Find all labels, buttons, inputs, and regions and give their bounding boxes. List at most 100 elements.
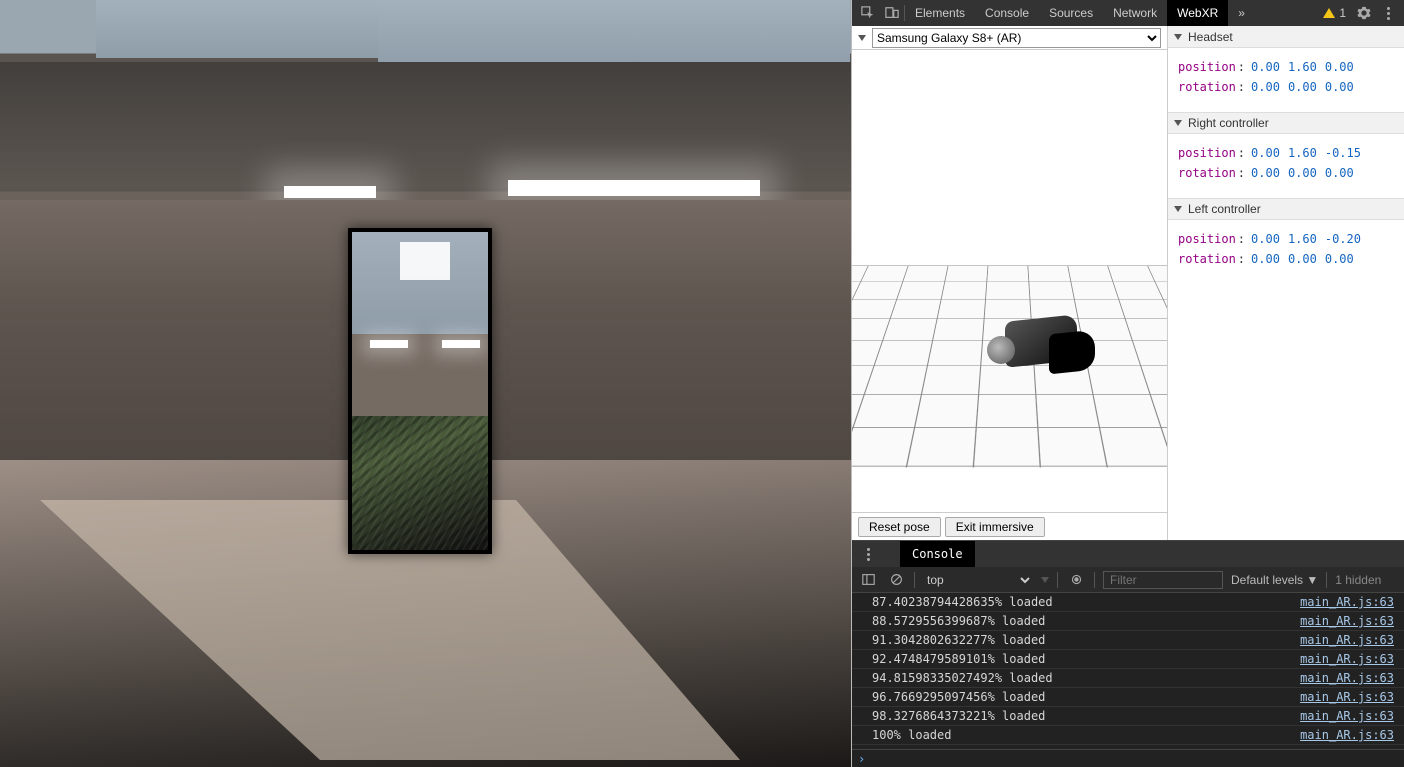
chevron-down-icon <box>1174 120 1182 126</box>
live-expression-icon[interactable] <box>1066 570 1086 590</box>
exit-immersive-button[interactable]: Exit immersive <box>945 517 1045 537</box>
log-message: 96.7669295097456% loaded <box>872 690 1045 704</box>
tab-sources[interactable]: Sources <box>1039 0 1103 26</box>
section-left-controller[interactable]: Left controller <box>1168 198 1404 220</box>
portal-light <box>442 340 480 348</box>
device-select[interactable]: Samsung Galaxy S8+ (AR) <box>872 28 1161 48</box>
chevron-down-icon <box>1041 577 1049 583</box>
device-toggle-icon[interactable] <box>880 1 904 25</box>
console-prompt[interactable] <box>852 749 1404 767</box>
position-row: position: 0.00 1.60 -0.15 <box>1178 146 1394 160</box>
chevron-down-icon <box>1174 206 1182 212</box>
rot-y[interactable]: 0.00 <box>1288 252 1317 266</box>
divider <box>914 572 915 588</box>
ar-portal <box>348 228 492 554</box>
hidden-count[interactable]: 1 hidden <box>1335 573 1381 587</box>
rot-x[interactable]: 0.00 <box>1251 80 1280 94</box>
portal-light <box>370 340 408 348</box>
tab-elements[interactable]: Elements <box>905 0 975 26</box>
tab-network[interactable]: Network <box>1103 0 1167 26</box>
console-tab[interactable]: Console <box>900 541 975 567</box>
log-row: 96.7669295097456% loaded main_AR.js:63 <box>852 688 1404 707</box>
log-row: 91.3042802632277% loadedmain_AR.js:63 <box>852 631 1404 650</box>
context-select[interactable]: top <box>923 572 1033 588</box>
console-tabbar: Console <box>852 541 1404 567</box>
log-levels-dropdown[interactable]: Default levels ▼ <box>1231 573 1318 587</box>
more-icon[interactable] <box>1376 1 1400 25</box>
warnings-badge[interactable]: 1 <box>1317 6 1352 20</box>
log-source-link[interactable]: main_AR.js:63 <box>1300 709 1394 723</box>
section-right-controller[interactable]: Right controller <box>1168 112 1404 134</box>
filter-input[interactable] <box>1103 571 1223 589</box>
rot-y[interactable]: 0.00 <box>1288 80 1317 94</box>
collapse-icon[interactable] <box>858 35 866 41</box>
log-row: 94.81598335027492% loadedmain_AR.js:63 <box>852 669 1404 688</box>
settings-icon[interactable] <box>1352 1 1376 25</box>
log-source-link[interactable]: main_AR.js:63 <box>1300 671 1394 685</box>
log-row: 98.3276864373221% loadedmain_AR.js:63 <box>852 707 1404 726</box>
console-toolbar: top Default levels ▼ 1 hidden <box>852 567 1404 593</box>
position-row: position: 0.00 1.60 -0.20 <box>1178 232 1394 246</box>
pos-z[interactable]: -0.15 <box>1325 146 1361 160</box>
log-message: 87.40238794428635% loaded <box>872 595 1053 609</box>
rotation-row: rotation: 0.00 0.00 0.00 <box>1178 252 1394 266</box>
devtools-tabbar: Elements Console Sources Network WebXR »… <box>852 0 1404 26</box>
rot-z[interactable]: 0.00 <box>1325 252 1354 266</box>
clear-console-icon[interactable] <box>886 570 906 590</box>
console-log[interactable]: 87.40238794428635% loadedmain_AR.js:6388… <box>852 593 1404 749</box>
ceiling-light <box>284 186 376 198</box>
divider <box>1326 572 1327 588</box>
section-title: Right controller <box>1188 116 1269 130</box>
pos-y[interactable]: 1.60 <box>1288 60 1317 74</box>
pos-y[interactable]: 1.60 <box>1288 146 1317 160</box>
tab-console[interactable]: Console <box>975 0 1039 26</box>
pos-y[interactable]: 1.60 <box>1288 232 1317 246</box>
pos-x[interactable]: 0.00 <box>1251 232 1280 246</box>
webxr-3d-viewport[interactable] <box>852 50 1167 512</box>
ceiling-light <box>508 180 760 196</box>
log-source-link[interactable]: main_AR.js:63 <box>1300 595 1394 609</box>
console-drawer: Console top Default levels ▼ 1 hidden <box>852 540 1404 767</box>
log-row: 100% loaded main_AR.js:63 <box>852 726 1404 745</box>
warning-count: 1 <box>1339 6 1346 20</box>
log-source-link[interactable]: main_AR.js:63 <box>1300 690 1394 704</box>
pos-x[interactable]: 0.00 <box>1251 60 1280 74</box>
log-message: 100% loaded <box>872 728 951 742</box>
tab-webxr[interactable]: WebXR <box>1167 0 1228 26</box>
section-headset[interactable]: Headset <box>1168 26 1404 48</box>
log-source-link[interactable]: main_AR.js:63 <box>1300 633 1394 647</box>
more-icon[interactable] <box>856 542 880 566</box>
log-row: 87.40238794428635% loaded main_AR.js:63 <box>852 593 1404 612</box>
scene-render <box>0 0 851 767</box>
chevron-down-icon <box>1174 34 1182 40</box>
log-source-link[interactable]: main_AR.js:63 <box>1300 614 1394 628</box>
webxr-properties-pane: Headset position: 0.00 1.60 0.00 rotatio… <box>1168 26 1404 540</box>
devtools-panel: Elements Console Sources Network WebXR »… <box>851 0 1404 767</box>
rot-z[interactable]: 0.00 <box>1325 166 1354 180</box>
rot-x[interactable]: 0.00 <box>1251 166 1280 180</box>
pos-x[interactable]: 0.00 <box>1251 146 1280 160</box>
sidebar-toggle-icon[interactable] <box>858 570 878 590</box>
inspect-icon[interactable] <box>856 1 880 25</box>
log-source-link[interactable]: main_AR.js:63 <box>1300 652 1394 666</box>
portal-sky <box>352 232 488 334</box>
divider <box>1057 572 1058 588</box>
tabs-overflow[interactable]: » <box>1228 0 1255 26</box>
rot-x[interactable]: 0.00 <box>1251 252 1280 266</box>
reset-pose-button[interactable]: Reset pose <box>858 517 941 537</box>
divider <box>1094 572 1095 588</box>
log-row: 92.4748479589101% loadedmain_AR.js:63 <box>852 650 1404 669</box>
pos-z[interactable]: 0.00 <box>1325 60 1354 74</box>
log-row: 88.5729556399687% loadedmain_AR.js:63 <box>852 612 1404 631</box>
section-left-body: position: 0.00 1.60 -0.20 rotation: 0.00… <box>1168 220 1404 284</box>
section-right-body: position: 0.00 1.60 -0.15 rotation: 0.00… <box>1168 134 1404 198</box>
section-title: Headset <box>1188 30 1233 44</box>
app-viewport[interactable] <box>0 0 851 767</box>
section-title: Left controller <box>1188 202 1261 216</box>
pos-z[interactable]: -0.20 <box>1325 232 1361 246</box>
headset-model[interactable] <box>987 310 1097 390</box>
rot-z[interactable]: 0.00 <box>1325 80 1354 94</box>
log-source-link[interactable]: main_AR.js:63 <box>1300 728 1394 742</box>
rot-y[interactable]: 0.00 <box>1288 166 1317 180</box>
rotation-row: rotation: 0.00 0.00 0.00 <box>1178 166 1394 180</box>
